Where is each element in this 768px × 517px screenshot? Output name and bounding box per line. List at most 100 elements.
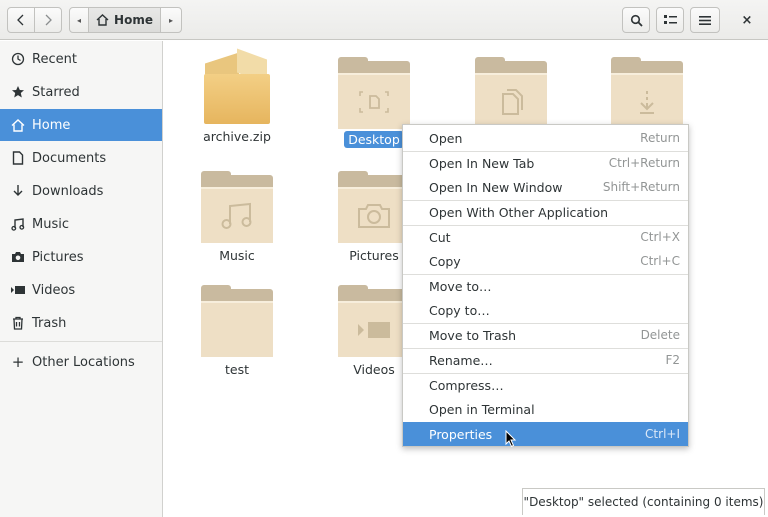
menu-item-copy-to[interactable]: Copy to… <box>403 298 688 322</box>
search-button[interactable] <box>622 7 650 33</box>
file-item-test[interactable]: test <box>182 285 292 378</box>
path-scroll-left-button[interactable]: ◂ <box>69 7 89 33</box>
file-label: Music <box>219 248 255 263</box>
folder-icon <box>201 285 273 357</box>
menu-item-copy[interactable]: Copy Ctrl+C <box>403 249 688 273</box>
close-icon: × <box>741 12 753 28</box>
back-button[interactable] <box>7 7 35 33</box>
menu-item-move-to-trash[interactable]: Move to Trash Delete <box>403 323 688 347</box>
documents-folder-icon <box>475 57 547 129</box>
menu-item-label: Move to Trash <box>429 327 517 343</box>
file-label: archive.zip <box>203 129 271 144</box>
menu-item-label: Rename… <box>429 352 493 368</box>
menu-item-move-to[interactable]: Move to… <box>403 274 688 298</box>
menu-item-accel: Ctrl+I <box>645 427 680 441</box>
view-list-icon <box>663 14 677 24</box>
forward-button[interactable] <box>34 7 62 33</box>
videos-folder-icon <box>338 285 410 357</box>
music-icon <box>11 217 25 231</box>
menu-item-properties[interactable]: Properties Ctrl+I <box>403 422 688 446</box>
search-icon <box>630 14 643 27</box>
file-item-archive[interactable]: archive.zip <box>182 48 292 145</box>
menu-item-label: Open In New Tab <box>429 155 535 171</box>
close-window-button[interactable]: × <box>736 7 758 33</box>
file-item-documents[interactable] <box>456 57 566 129</box>
chevron-left-icon <box>17 14 24 26</box>
pictures-folder-icon <box>338 171 410 243</box>
menu-item-label: Open With Other Application <box>429 204 609 220</box>
path-scroll-right-button[interactable]: ▸ <box>160 7 182 33</box>
menu-item-accel: Shift+Return <box>602 180 680 194</box>
menu-item-rename[interactable]: Rename… F2 <box>403 348 688 372</box>
menu-item-accel: Ctrl+Return <box>608 156 680 170</box>
sidebar-item-other-locations[interactable]: + Other Locations <box>0 346 162 378</box>
trash-icon <box>13 316 23 330</box>
menu-item-open-with[interactable]: Open With Other Application <box>403 200 688 224</box>
sidebar-item-music[interactable]: Music <box>0 208 162 240</box>
menu-item-compress[interactable]: Compress… <box>403 373 688 397</box>
home-icon <box>96 14 109 26</box>
file-item-music[interactable]: Music <box>182 171 292 264</box>
path-scroll-right-icon: ▸ <box>168 15 173 25</box>
sidebar: Recent Starred Home Documents Downloads … <box>0 41 163 517</box>
music-folder-icon <box>201 171 273 243</box>
menu-item-label: Open In New Window <box>429 179 563 195</box>
menu-item-open-new-window[interactable]: Open In New Window Shift+Return <box>403 175 688 199</box>
status-text: "Desktop" selected (containing 0 items) <box>523 495 764 509</box>
menu-item-accel: Ctrl+X <box>640 230 680 244</box>
home-icon <box>11 118 25 132</box>
menu-item-label: Properties <box>429 426 493 442</box>
hamburger-menu-icon <box>699 15 711 25</box>
sidebar-item-label: Recent <box>32 51 77 67</box>
sidebar-item-trash[interactable]: Trash <box>0 307 162 339</box>
context-menu: Open Return Open In New Tab Ctrl+Return … <box>402 124 689 447</box>
sidebar-item-downloads[interactable]: Downloads <box>0 175 162 207</box>
menu-item-label: Compress… <box>429 377 504 393</box>
menu-item-label: Open <box>429 130 463 146</box>
status-bar: "Desktop" selected (containing 0 items) <box>522 488 765 515</box>
sidebar-item-label: Trash <box>32 315 67 331</box>
menu-item-accel: Ctrl+C <box>640 254 680 268</box>
sidebar-item-documents[interactable]: Documents <box>0 142 162 174</box>
path-home-label: Home <box>114 13 153 27</box>
file-label: test <box>224 362 249 377</box>
sidebar-item-label: Starred <box>32 84 80 100</box>
path-home-button[interactable]: Home <box>88 7 161 33</box>
plus-icon: + <box>11 353 25 371</box>
menu-item-accel: Delete <box>640 328 680 342</box>
download-icon <box>13 185 23 196</box>
camera-icon <box>12 252 24 262</box>
file-label: Videos <box>353 362 395 377</box>
sidebar-item-videos[interactable]: Videos <box>0 274 162 306</box>
sidebar-item-starred[interactable]: Starred <box>0 76 162 108</box>
menu-item-accel: F2 <box>665 353 680 367</box>
sidebar-item-recent[interactable]: Recent <box>0 43 162 75</box>
downloads-folder-icon <box>611 57 683 129</box>
sidebar-item-pictures[interactable]: Pictures <box>0 241 162 273</box>
menu-item-open-new-tab[interactable]: Open In New Tab Ctrl+Return <box>403 151 688 175</box>
sidebar-item-label: Videos <box>32 282 76 298</box>
menu-item-accel: Return <box>640 131 680 145</box>
menu-item-label: Copy to… <box>429 302 490 318</box>
sidebar-item-label: Music <box>32 216 69 232</box>
sidebar-item-home[interactable]: Home <box>0 109 162 141</box>
video-icon <box>11 286 25 294</box>
archive-icon <box>201 48 273 124</box>
file-item-downloads[interactable] <box>592 57 702 129</box>
menu-item-label: Open in Terminal <box>429 401 535 417</box>
main-menu-button[interactable] <box>690 7 720 33</box>
chevron-right-icon <box>45 14 52 26</box>
menu-item-label: Copy <box>429 253 461 269</box>
clock-icon <box>11 52 25 66</box>
menu-item-open[interactable]: Open Return <box>403 126 688 150</box>
menu-item-label: Move to… <box>429 278 492 294</box>
menu-item-cut[interactable]: Cut Ctrl+X <box>403 225 688 249</box>
file-label: Desktop <box>344 131 404 148</box>
sidebar-item-label: Documents <box>32 150 107 166</box>
view-toggle-button[interactable] <box>656 7 684 33</box>
menu-item-open-terminal[interactable]: Open in Terminal <box>403 397 688 421</box>
star-icon <box>12 86 24 98</box>
mouse-pointer-icon <box>505 430 517 448</box>
sidebar-item-label: Downloads <box>32 183 104 199</box>
sidebar-item-label: Pictures <box>32 249 84 265</box>
